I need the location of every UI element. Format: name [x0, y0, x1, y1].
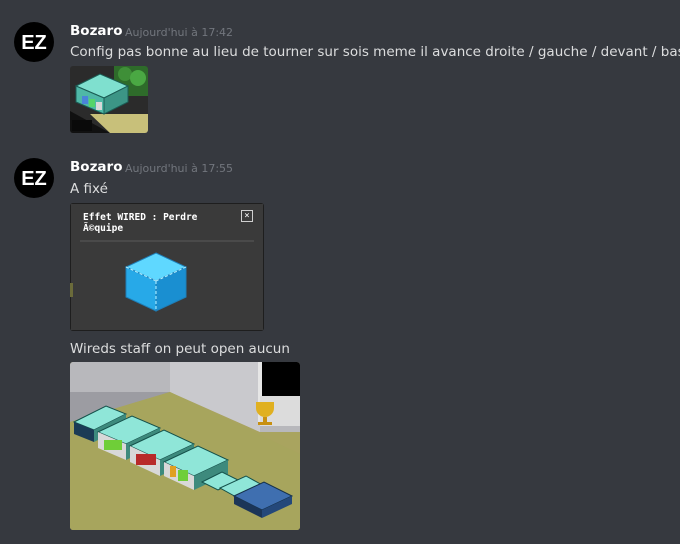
- svg-text:EZ: EZ: [21, 32, 47, 54]
- message-timestamp: Aujourd'hui à 17:42: [125, 26, 234, 39]
- avatar[interactable]: EZ: [14, 158, 54, 198]
- author-name[interactable]: Bozaro: [70, 159, 122, 175]
- wired-dialog-title: Effet WIRED : Perdre Ã©quipe: [83, 212, 198, 234]
- message-timestamp: Aujourd'hui à 17:55: [125, 162, 234, 175]
- close-icon[interactable]: ×: [241, 210, 253, 222]
- attachment-thumbnail: [70, 66, 148, 133]
- message-text-2: Wireds staff on peut open aucun: [70, 341, 290, 357]
- room-screenshot: [70, 362, 300, 530]
- avatar[interactable]: EZ: [14, 22, 54, 62]
- image-attachment[interactable]: [70, 66, 148, 133]
- author-name[interactable]: Bozaro: [70, 23, 122, 39]
- svg-text:EZ: EZ: [21, 168, 47, 190]
- room-screenshot-attachment[interactable]: [70, 362, 300, 530]
- message-text: A fixé: [70, 181, 108, 197]
- wired-dialog-attachment[interactable]: Effet WIRED : Perdre Ã©quipe ×: [70, 203, 264, 331]
- message-text: Config pas bonne au lieu de tourner sur …: [70, 44, 680, 60]
